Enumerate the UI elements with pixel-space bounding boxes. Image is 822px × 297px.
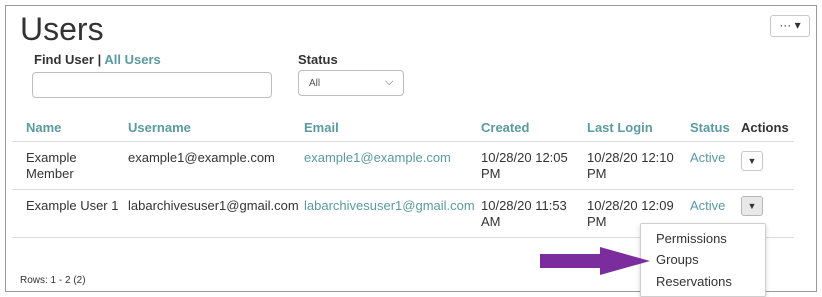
row-created-line: 10/28/20 11:53 (481, 198, 567, 213)
actions-dropdown-menu: Permissions Groups Reservations (640, 223, 766, 297)
status-filter-label: Status (298, 52, 338, 67)
row-created: 10/28/20 12:05 PM (481, 150, 568, 182)
row-last-login: 10/28/20 12:10 PM (587, 150, 674, 182)
row-last-login-line: PM (587, 166, 607, 181)
row-name: Example Member (26, 150, 77, 182)
row-email-link[interactable]: labarchivesuser1@gmail.com (304, 198, 475, 214)
page-title: Users (20, 11, 104, 47)
caret-down-icon: ▼ (747, 201, 757, 211)
status-select-value: All (309, 78, 321, 89)
row-status: Active (690, 150, 726, 165)
separator: | (97, 52, 102, 67)
menu-item-groups[interactable]: Groups (656, 252, 699, 267)
all-users-link[interactable]: All Users (104, 52, 160, 67)
column-header-email[interactable]: Email (304, 120, 339, 135)
row-actions-button[interactable]: ▼ (741, 151, 763, 171)
row-username: example1@example.com (128, 150, 275, 165)
row-created-line: 10/28/20 12:05 (481, 150, 568, 165)
header-divider (12, 141, 794, 142)
row-name-line: Member (26, 166, 74, 181)
caret-down-icon: ▼ (747, 156, 757, 166)
find-user-input[interactable] (32, 72, 272, 98)
row-last-login-line: 10/28/20 12:09 (587, 198, 674, 213)
column-header-created[interactable]: Created (481, 120, 529, 135)
row-actions-button[interactable]: ▼ (741, 196, 763, 216)
row-name-line: Example (26, 150, 77, 165)
column-header-last-login[interactable]: Last Login (587, 120, 653, 135)
row-username: labarchivesuser1@gmail.com (128, 198, 299, 213)
column-header-status[interactable]: Status (690, 120, 730, 135)
status-select[interactable]: All ⌵ (298, 70, 404, 96)
row-last-login-line: 10/28/20 12:10 (587, 150, 674, 165)
row-name: Example User 1 (26, 198, 119, 213)
row-email-link[interactable]: example1@example.com (304, 150, 451, 166)
row-created-line: PM (481, 166, 501, 181)
column-header-actions: Actions (741, 120, 789, 135)
menu-item-reservations[interactable]: Reservations (656, 274, 732, 289)
find-user-text: Find User (34, 52, 94, 67)
menu-item-permissions[interactable]: Permissions (656, 231, 727, 246)
row-created-line: AM (481, 214, 501, 229)
column-header-username[interactable]: Username (128, 120, 191, 135)
chevron-down-icon: ⌵ (385, 76, 394, 88)
column-header-name[interactable]: Name (26, 120, 61, 135)
annotation-arrow-icon (540, 247, 650, 275)
rows-info: Rows: 1 - 2 (2) (20, 275, 86, 286)
row-status: Active (690, 198, 726, 213)
row-divider (12, 189, 794, 190)
more-options-button[interactable]: ··· ▾ (770, 15, 810, 37)
row-created: 10/28/20 11:53 AM (481, 198, 567, 230)
find-user-label: Find User | All Users (34, 52, 161, 67)
